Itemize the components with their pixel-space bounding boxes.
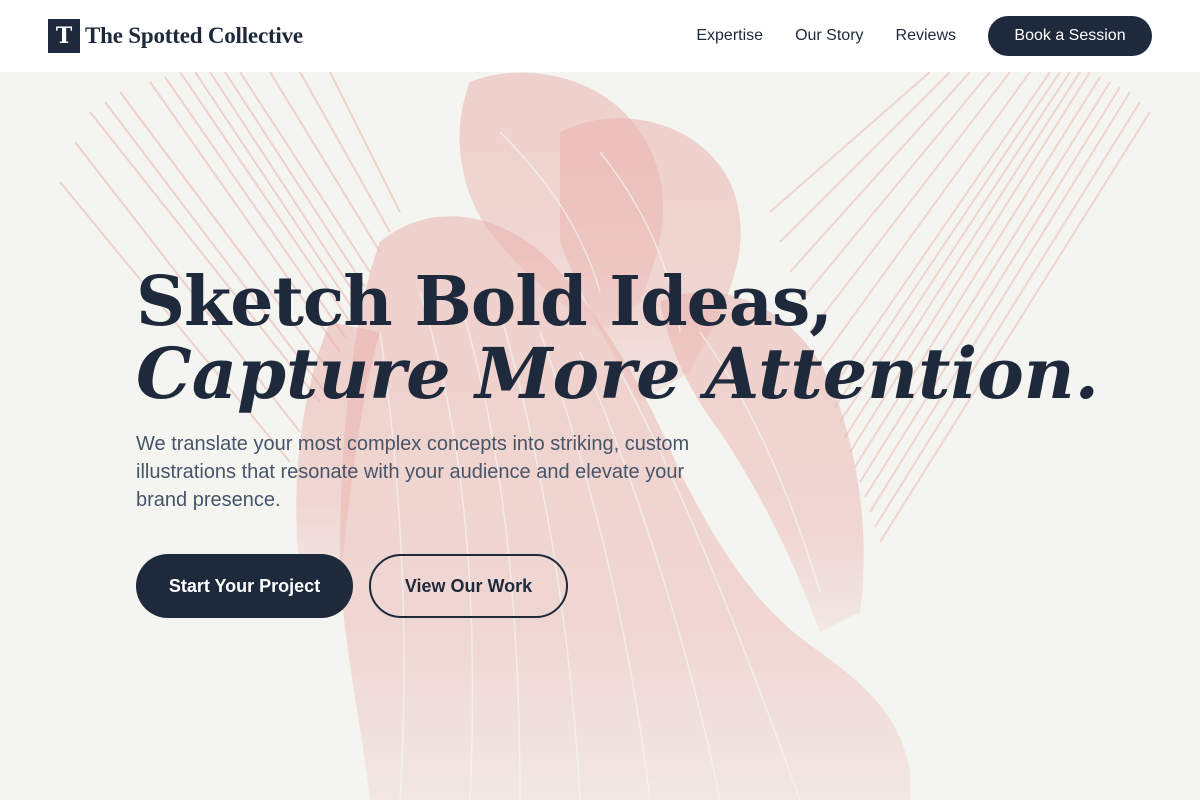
- hero-section: Sketch Bold Ideas, Capture More Attentio…: [0, 72, 1200, 800]
- hero-subtext: We translate your most complex concepts …: [136, 433, 690, 511]
- brand-logo[interactable]: T The Spotted Collective: [48, 19, 303, 53]
- nav-link-reviews[interactable]: Reviews: [896, 27, 956, 45]
- nav-link-expertise[interactable]: Expertise: [696, 27, 763, 45]
- headline-line-2: Capture More Attention.: [136, 332, 1100, 415]
- main-nav: Expertise Our Story Reviews Book a Sessi…: [696, 16, 1152, 56]
- site-header: T The Spotted Collective Expertise Our S…: [0, 0, 1200, 72]
- book-session-button[interactable]: Book a Session: [988, 16, 1152, 56]
- nav-link-our-story[interactable]: Our Story: [795, 27, 863, 45]
- headline-line-1: Sketch Bold Ideas,: [136, 262, 833, 342]
- view-work-button[interactable]: View Our Work: [369, 554, 568, 618]
- brand-name: The Spotted Collective: [85, 23, 303, 48]
- hero-headline: Sketch Bold Ideas, Capture More Attentio…: [136, 266, 1099, 410]
- start-project-button[interactable]: Start Your Project: [136, 554, 353, 618]
- logo-mark: T: [48, 19, 80, 53]
